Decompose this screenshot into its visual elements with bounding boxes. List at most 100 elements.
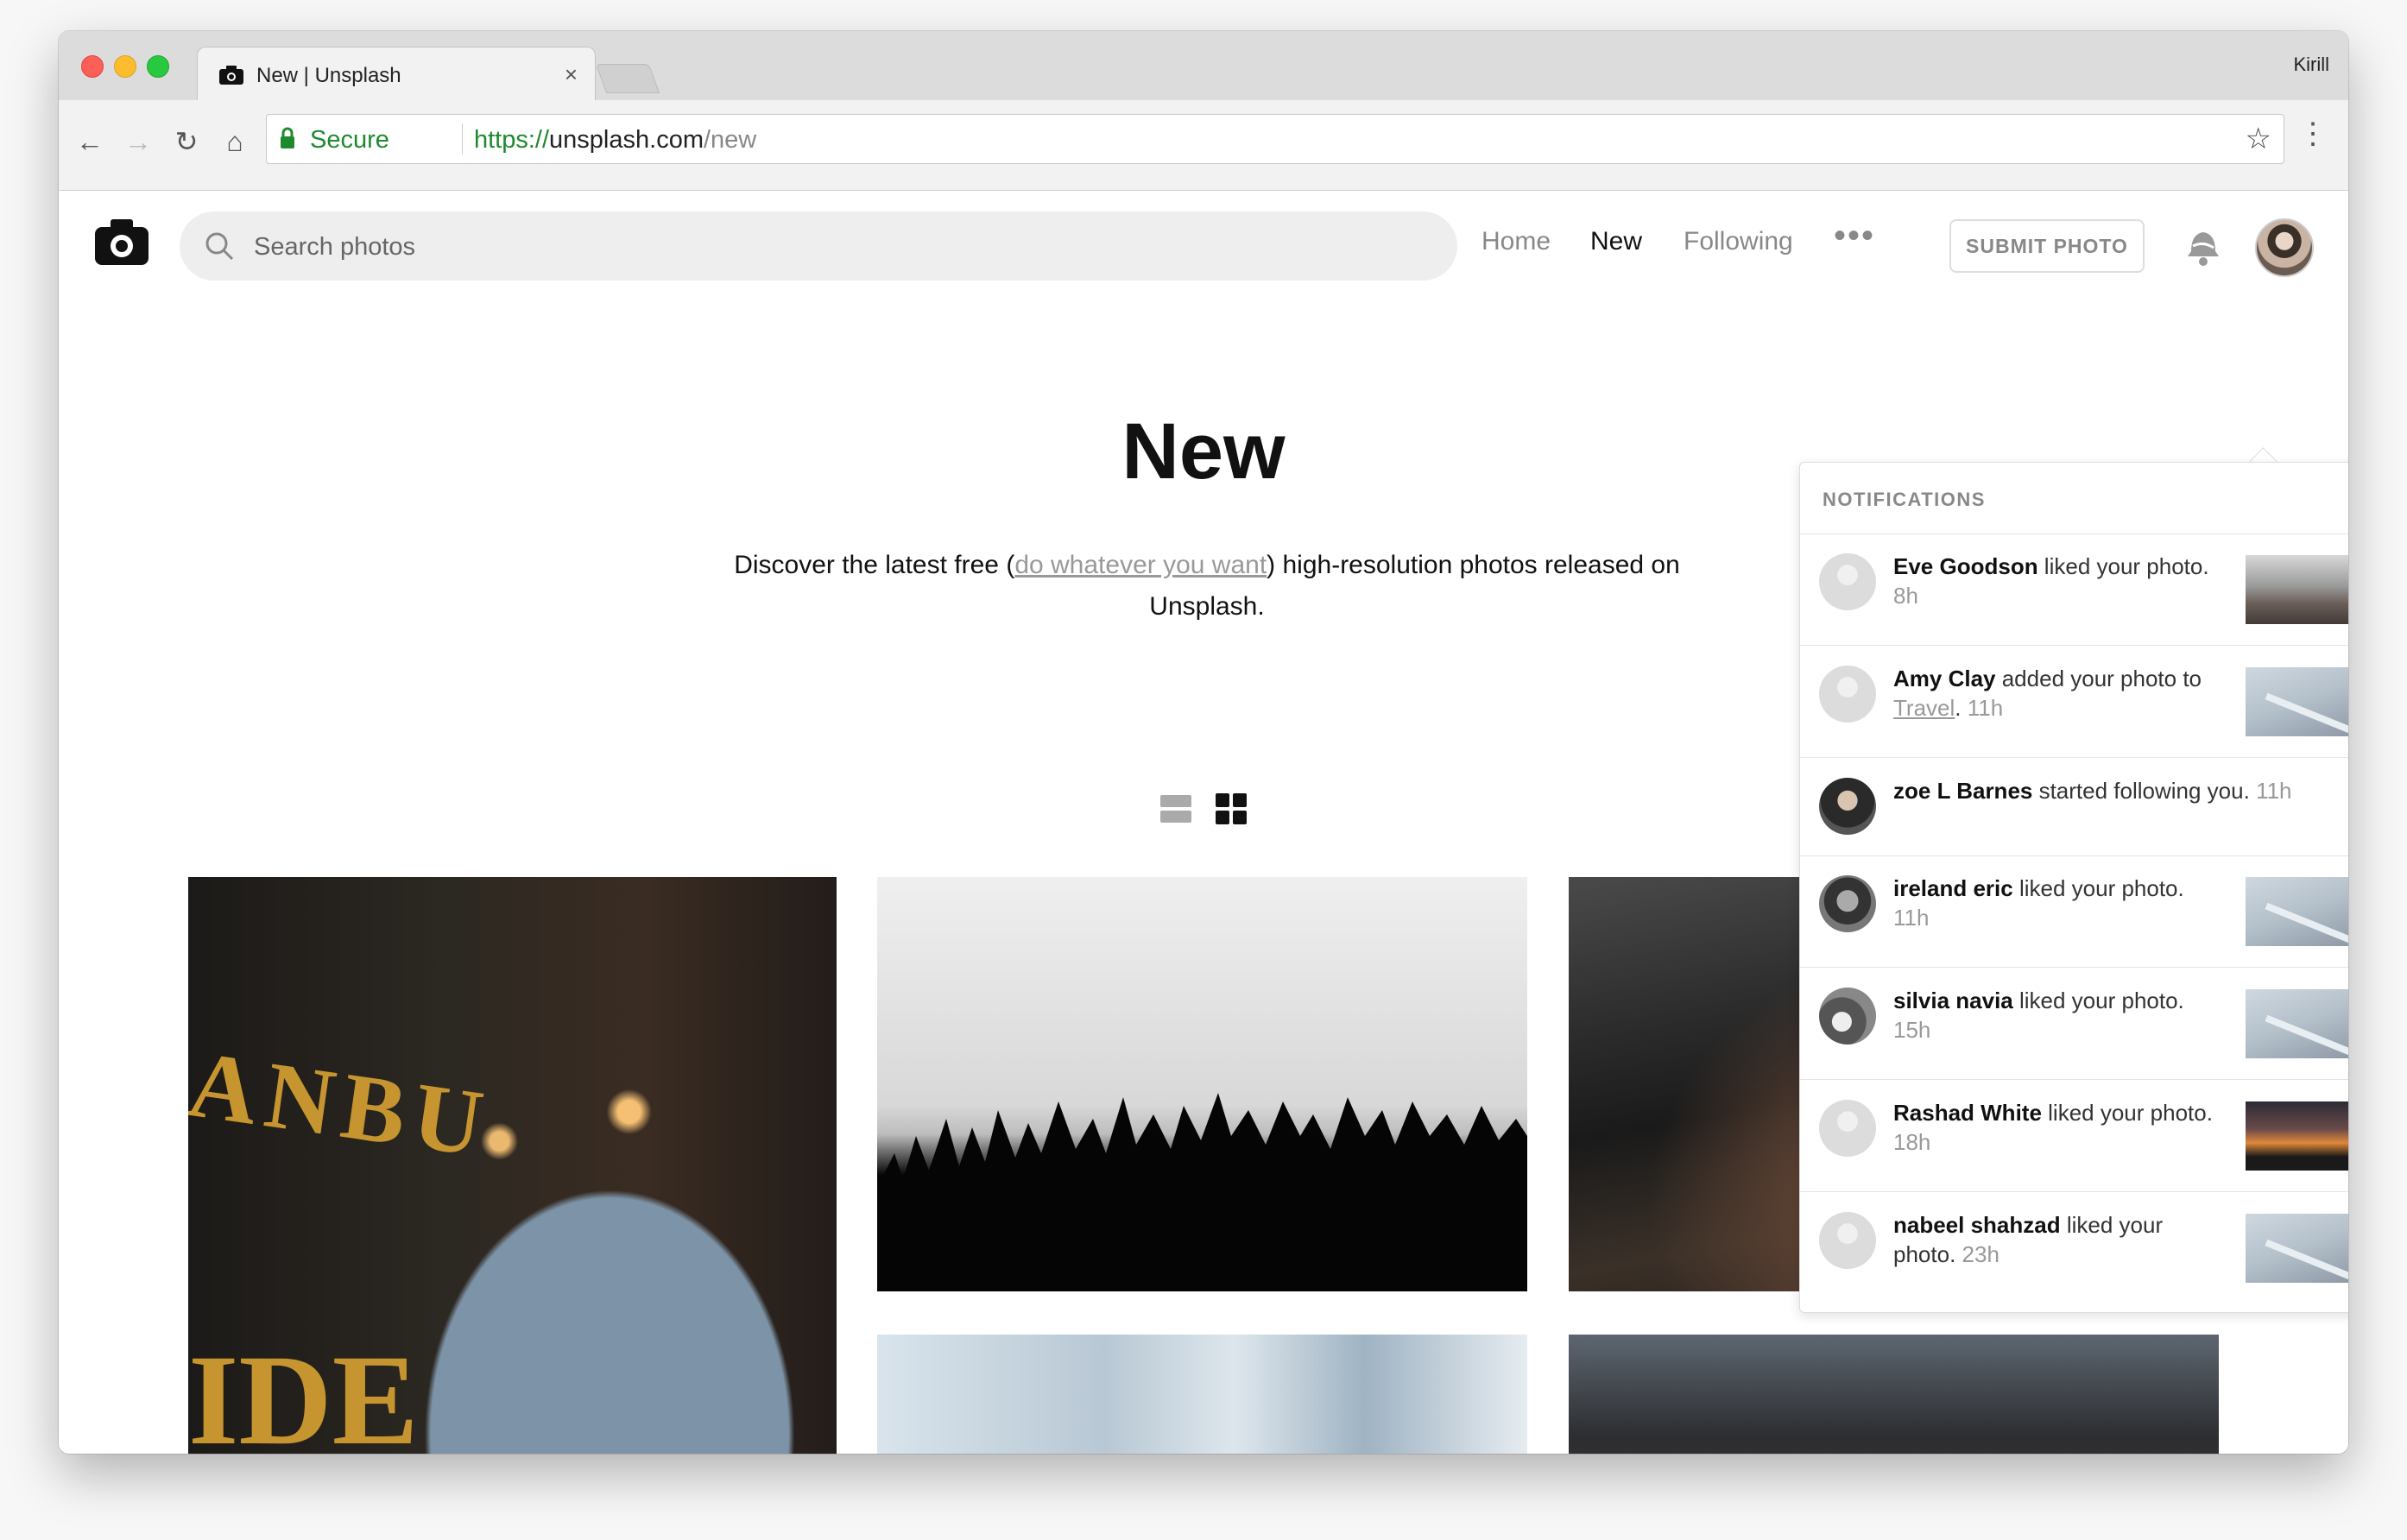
grid-view-icon[interactable]: [1216, 793, 1247, 824]
notification-avatar[interactable]: [1819, 988, 1876, 1045]
tab-close-icon[interactable]: ×: [565, 61, 578, 88]
url-text[interactable]: https://unsplash.com/new: [474, 126, 756, 155]
photo-sign-letters-bottom: IDE: [188, 1329, 419, 1454]
tree-silhouette-graphic: [877, 1093, 1527, 1291]
notification-photo-thumbnail[interactable]: [2246, 1101, 2348, 1171]
notification-item[interactable]: ireland eric liked your photo. 11h: [1800, 856, 2348, 968]
new-tab-button[interactable]: [595, 64, 660, 93]
notifications-title: NOTIFICATIONS: [1823, 489, 1986, 510]
subtitle-license-link[interactable]: do whatever you want: [1014, 551, 1267, 579]
url-path: /new: [703, 126, 757, 154]
notification-time: 18h: [1893, 1129, 1931, 1155]
notification-user[interactable]: ireland eric: [1893, 875, 2013, 901]
nav-home-link[interactable]: Home: [1481, 227, 1551, 256]
list-view-icon[interactable]: [1160, 793, 1191, 824]
photo-sign-letters-top: ANBU: [188, 1031, 498, 1177]
notification-item[interactable]: Amy Clay added your photo to Travel. 11h: [1800, 647, 2348, 758]
reload-icon[interactable]: ↻: [169, 124, 204, 159]
bookmark-star-icon[interactable]: ☆: [2246, 122, 2271, 156]
notification-avatar[interactable]: [1819, 1100, 1876, 1157]
submit-photo-button[interactable]: SUBMIT PHOTO: [1949, 219, 2145, 273]
notification-avatar[interactable]: [1819, 1212, 1876, 1269]
browser-menu-icon[interactable]: ⋮: [2298, 119, 2328, 148]
notification-user[interactable]: silvia navia: [1893, 988, 2013, 1013]
photo-forest-silhouette[interactable]: [877, 877, 1527, 1291]
notifications-dropdown: NOTIFICATIONS Eve Goodson liked your pho…: [1799, 462, 2348, 1313]
browser-window: New | Unsplash × Kirill ← → ↻ ⌂ Secure h…: [59, 31, 2348, 1454]
notification-time: 11h: [1967, 695, 2004, 721]
notification-action: started following you.: [2032, 778, 2250, 804]
notification-avatar[interactable]: [1819, 875, 1876, 932]
page-content: Home New Following ••• SUBMIT PHOTO New …: [59, 191, 2348, 1454]
notification-item[interactable]: Eve Goodson liked your photo. 8h: [1800, 534, 2348, 646]
notification-user[interactable]: Amy Clay: [1893, 666, 1996, 691]
nav-new-link[interactable]: New: [1590, 227, 1642, 256]
user-avatar[interactable]: [2255, 218, 2314, 277]
browser-tab[interactable]: New | Unsplash ×: [197, 47, 596, 101]
nav-more-icon[interactable]: •••: [1834, 217, 1875, 256]
notification-text: Rashad White liked your photo. 18h: [1893, 1098, 2213, 1157]
profile-name[interactable]: Kirill: [2293, 54, 2329, 76]
notification-avatar[interactable]: [1819, 778, 1876, 835]
notification-user[interactable]: zoe L Barnes: [1893, 778, 2032, 804]
notification-action: liked your photo.: [2012, 988, 2184, 1013]
lock-icon: [281, 127, 294, 148]
notification-action: liked your photo.: [2041, 1100, 2213, 1126]
notification-text: Eve Goodson liked your photo. 8h: [1893, 552, 2247, 610]
maximize-window-button[interactable]: [147, 55, 169, 78]
notification-text: Amy Clay added your photo to Travel. 11h: [1893, 666, 2202, 721]
address-separator: [462, 123, 463, 155]
notification-item[interactable]: Rashad White liked your photo. 18h: [1800, 1081, 2348, 1192]
notification-photo-thumbnail[interactable]: [2246, 877, 2348, 946]
notification-text: silvia navia liked your photo. 15h: [1893, 986, 2247, 1045]
notification-time: 23h: [1962, 1241, 2000, 1267]
notification-avatar[interactable]: [1819, 553, 1876, 610]
notification-text: nabeel shahzad liked your photo. 23h: [1893, 1210, 2213, 1269]
back-arrow-icon[interactable]: ←: [73, 124, 107, 159]
search-icon: [205, 232, 234, 261]
notification-collection-link[interactable]: Travel: [1893, 695, 1955, 721]
notification-photo-thumbnail[interactable]: [2246, 667, 2348, 736]
notification-user[interactable]: Eve Goodson: [1893, 553, 2038, 579]
notification-action: liked your photo.: [2012, 875, 2184, 901]
notification-photo-thumbnail[interactable]: [2246, 1214, 2348, 1283]
search-bar[interactable]: [180, 211, 1457, 281]
photo-umbrella-sign[interactable]: ANBU IDE: [188, 877, 837, 1454]
notification-bell-icon[interactable]: [2184, 225, 2222, 267]
photo-blurred-building[interactable]: [877, 1335, 1527, 1454]
close-window-button[interactable]: [81, 55, 104, 78]
notification-time: 15h: [1893, 1017, 1931, 1043]
forward-arrow-icon[interactable]: →: [121, 124, 155, 159]
notification-time: 11h: [2256, 778, 2292, 804]
tab-title: New | Unsplash: [256, 64, 401, 87]
subtitle-text-start: Discover the latest free (: [734, 551, 1015, 579]
notification-time: 8h: [1893, 583, 1918, 609]
nav-following-link[interactable]: Following: [1684, 227, 1793, 256]
search-input[interactable]: [252, 230, 1378, 263]
notification-photo-thumbnail[interactable]: [2246, 989, 2348, 1058]
notification-user[interactable]: Rashad White: [1893, 1100, 2042, 1126]
notification-user[interactable]: nabeel shahzad: [1893, 1212, 2061, 1238]
unsplash-logo-icon[interactable]: [93, 217, 150, 267]
url-scheme: https://: [474, 126, 550, 154]
secure-label: Secure: [310, 126, 389, 154]
notifications-header: NOTIFICATIONS: [1800, 463, 2348, 534]
notification-item[interactable]: zoe L Barnes started following you. 11h: [1800, 759, 2348, 856]
notification-item[interactable]: silvia navia liked your photo. 15h: [1800, 969, 2348, 1080]
notification-text: ireland eric liked your photo. 11h: [1893, 874, 2247, 932]
notification-item[interactable]: nabeel shahzad liked your photo. 23h: [1800, 1193, 2348, 1303]
notification-action: liked your photo.: [2037, 553, 2209, 579]
photo-mountain-waterfall[interactable]: [1569, 1335, 2219, 1454]
browser-toolbar: ← → ↻ ⌂ Secure https://unsplash.com/new …: [59, 100, 2348, 191]
notification-photo-thumbnail[interactable]: [2246, 555, 2348, 624]
notification-avatar[interactable]: [1819, 666, 1876, 723]
minimize-window-button[interactable]: [114, 55, 136, 78]
notification-action: added your photo to: [1995, 666, 2202, 691]
page-subtitle: Discover the latest free (do whatever yo…: [723, 545, 1690, 628]
url-host: unsplash.com: [549, 126, 704, 154]
address-bar[interactable]: Secure https://unsplash.com/new ☆: [266, 114, 2284, 164]
title-bar: New | Unsplash × Kirill: [59, 31, 2348, 101]
notification-time: 11h: [1893, 905, 1930, 931]
home-icon[interactable]: ⌂: [218, 124, 252, 159]
camera-icon: [219, 66, 243, 85]
